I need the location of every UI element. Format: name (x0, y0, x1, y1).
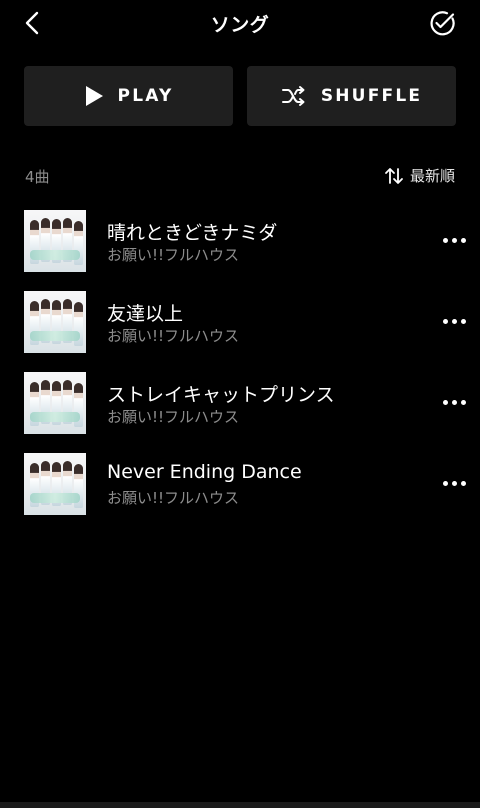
sort-arrows-icon (385, 167, 403, 184)
shuffle-button-label: SHUFFLE (320, 86, 423, 106)
select-button[interactable] (428, 9, 456, 37)
song-row[interactable]: 晴れときどきナミダ お願い!!フルハウス (0, 208, 480, 289)
album-art (24, 210, 86, 272)
album-art (24, 291, 86, 353)
page-title: ソング (210, 14, 270, 36)
song-artist: お願い!!フルハウス (107, 408, 240, 426)
song-title: ストレイキャットプリンス (107, 384, 335, 406)
bottom-bar (0, 802, 480, 808)
song-title: 友達以上 (107, 303, 184, 325)
sort-label: 最新順 (409, 167, 455, 185)
play-icon (85, 86, 103, 106)
song-row[interactable]: 友達以上 お願い!!フルハウス (0, 289, 480, 370)
sort-button[interactable]: 最新順 (384, 165, 455, 186)
song-count: 4曲 (25, 168, 50, 186)
album-art (24, 453, 86, 515)
check-circle-icon (430, 11, 455, 36)
song-title: Never Ending Dance (107, 461, 302, 483)
play-button-label: PLAY (117, 86, 174, 106)
song-title: 晴れときどきナミダ (107, 222, 278, 244)
song-artist: お願い!!フルハウス (107, 327, 240, 345)
more-options-button[interactable] (440, 228, 468, 252)
song-list: 晴れときどきナミダ お願い!!フルハウス 友達以上 お願い!!フルハウス ストレ… (0, 208, 480, 532)
more-options-button[interactable] (440, 471, 468, 495)
more-options-button[interactable] (440, 390, 468, 414)
header-bar: ソング (0, 0, 480, 46)
song-row[interactable]: Never Ending Dance お願い!!フルハウス (0, 451, 480, 532)
play-button[interactable]: PLAY (24, 66, 233, 126)
album-art (24, 372, 86, 434)
more-options-button[interactable] (440, 309, 468, 333)
shuffle-icon (281, 86, 305, 106)
action-buttons: PLAY SHUFFLE (24, 66, 456, 126)
song-artist: お願い!!フルハウス (107, 246, 240, 264)
song-artist: お願い!!フルハウス (107, 489, 240, 507)
song-row[interactable]: ストレイキャットプリンス お願い!!フルハウス (0, 370, 480, 451)
shuffle-button[interactable]: SHUFFLE (247, 66, 456, 126)
